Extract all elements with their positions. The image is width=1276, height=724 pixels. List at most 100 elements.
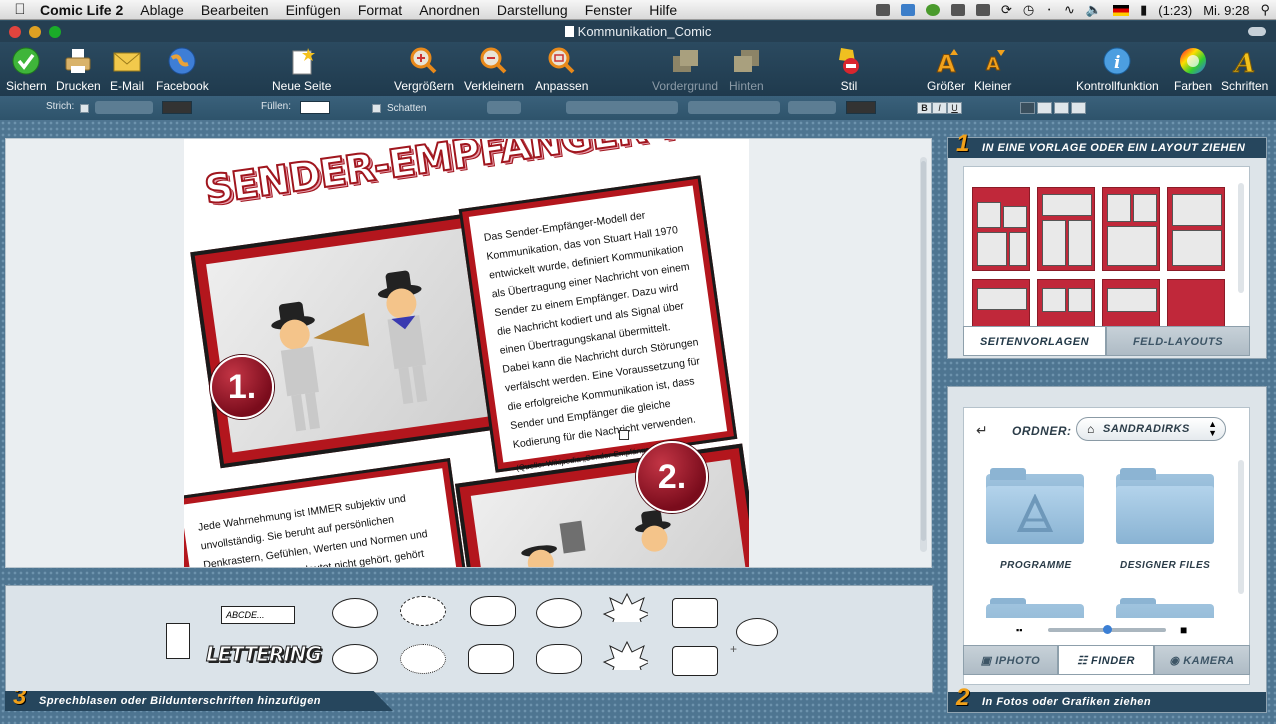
caption-tool[interactable]: ABCDE... [221,606,295,624]
schatten-style-select[interactable] [487,101,521,114]
kontrollfunktion-button[interactable]: i Kontrollfunktion [1076,46,1159,93]
groesser-button[interactable]: A Größer [927,46,965,93]
template-scrollbar[interactable] [1238,183,1244,293]
rect-bubble-2[interactable] [672,646,718,676]
font-family-select[interactable] [566,101,678,114]
tab-finder[interactable]: ☷ Finder [1058,645,1154,675]
sichern-button[interactable]: Sichern [6,46,47,93]
folder-programme-icon[interactable] [986,468,1084,544]
whisper-bubble[interactable] [400,596,446,626]
large-thumbnails-icon[interactable]: ■ [1180,623,1187,637]
text-panel-1-content[interactable]: Das Sender-Empfänger-Modell der Kommunik… [483,201,715,455]
speech-bubble-round-2[interactable] [332,644,378,674]
control-icon[interactable] [950,4,965,16]
stil-button[interactable]: Stil [833,46,865,93]
facebook-button[interactable]: Facebook [156,46,209,93]
tab-iphoto[interactable]: ▣ iPhoto [963,645,1058,675]
font-size-select[interactable] [788,101,836,114]
script-menu-icon[interactable] [875,4,890,16]
sync-icon[interactable]: ⟳ [1001,2,1012,18]
adium-icon[interactable] [925,4,940,16]
slider-knob[interactable] [1103,625,1112,634]
lettering-tool[interactable]: LETTERING [206,642,323,667]
wifi-icon[interactable]: ∿ [1064,2,1075,18]
burst-bubble-2[interactable] [602,640,648,670]
folder-partial-icon[interactable] [986,598,1084,618]
folder-programme-label[interactable]: Programme [1000,560,1072,571]
text-panel-1-body[interactable]: Das Sender-Empfänger-Modell der Kommunik… [468,185,728,473]
text-color-swatch[interactable] [846,101,876,114]
battery-icon[interactable]: ▮ [1140,2,1147,18]
german-flag-icon[interactable] [1113,4,1130,16]
resize-handle-icon[interactable] [619,430,629,440]
template-thumbnail[interactable] [1102,187,1160,271]
menu-app-name[interactable]: Comic Life 2 [40,2,123,18]
burst-bubble[interactable] [602,592,648,622]
verkleinern-button[interactable]: Verkleinern [464,46,524,93]
panel-number-badge-1[interactable]: 1. [210,355,274,419]
minimize-window-button[interactable] [29,26,41,38]
kleiner-button[interactable]: A Kleiner [974,46,1011,93]
text-panel-2[interactable]: Jede Wahrnehmung ist IMMER subjektiv und… [184,458,470,567]
canvas-scrollbar-thumb[interactable] [921,161,926,541]
speech-bubble-oval[interactable] [536,598,582,628]
soft-rect-bubble[interactable] [468,644,514,674]
strich-checkbox[interactable] [80,104,89,113]
tab-seitenvorlagen[interactable]: Seitenvorlagen [963,326,1106,356]
rect-bubble[interactable] [672,598,718,628]
cloud-bubble[interactable] [536,644,582,674]
parent-folder-icon[interactable]: ↵ [976,422,988,439]
bluetooth-icon[interactable]: ᛫ [1045,3,1053,18]
playmobil-photo-1[interactable] [206,227,494,453]
menu-fenster[interactable]: Fenster [585,2,632,18]
comic-canvas[interactable]: SENDER-EMPFÄNGER-MODELL 1. Das Sender-Em… [5,138,932,568]
template-thumbnail[interactable] [972,187,1030,271]
small-thumbnails-icon[interactable]: ▪▪ [1016,625,1022,635]
bold-button[interactable]: B [917,102,932,114]
folder-designer-files-icon[interactable] [1116,468,1214,544]
drucken-button[interactable]: Drucken [56,46,101,93]
folder-partial-icon[interactable] [1116,598,1214,618]
thought-bubble[interactable] [470,596,516,626]
scream-bubble[interactable] [400,644,446,674]
apple-menu-icon[interactable]:  [0,1,40,18]
spotlight-icon[interactable]: ⚲ [1260,2,1270,18]
panel-shape-tool[interactable] [166,623,190,659]
clock[interactable]: Mi. 9:28 [1203,3,1249,18]
align-right-button[interactable] [1054,102,1069,114]
vordergrund-button[interactable]: Vordergrund [652,46,718,93]
fuellen-color-swatch[interactable] [300,101,330,114]
menu-format[interactable]: Format [358,2,402,18]
template-thumbnail[interactable] [1037,187,1095,271]
farben-button[interactable]: Farben [1174,46,1212,93]
strich-width-select[interactable] [95,101,153,114]
sd-card-icon[interactable] [975,4,990,16]
tab-kamera[interactable]: ◉ Kamera [1154,645,1250,675]
menu-ablage[interactable]: Ablage [140,2,184,18]
anpassen-button[interactable]: Anpassen [535,46,588,93]
image-panel-1[interactable] [190,211,510,469]
volume-icon[interactable]: 🔈 [1086,2,1102,18]
font-style-select[interactable] [688,101,780,114]
menu-darstellung[interactable]: Darstellung [497,2,568,18]
comic-page[interactable]: SENDER-EMPFÄNGER-MODELL 1. Das Sender-Em… [184,139,749,567]
strich-color-swatch[interactable] [162,101,192,114]
align-left-button[interactable] [1020,102,1035,114]
close-window-button[interactable] [9,26,21,38]
add-icon[interactable]: + [730,642,737,656]
time-machine-icon[interactable]: ◷ [1023,2,1034,18]
email-button[interactable]: E-Mail [110,46,144,93]
menu-einfuegen[interactable]: Einfügen [286,2,341,18]
battery-time[interactable]: (1:23) [1158,3,1192,18]
menu-hilfe[interactable]: Hilfe [649,2,677,18]
template-thumbnail[interactable] [1167,187,1225,271]
neue-seite-button[interactable]: Neue Seite [272,46,331,93]
media-scrollbar[interactable] [1238,460,1244,594]
underline-button[interactable]: U [947,102,962,114]
schatten-checkbox[interactable] [372,104,381,113]
thumbnail-size-slider[interactable] [1048,625,1166,634]
italic-button[interactable]: I [932,102,947,114]
vergroessern-button[interactable]: Vergrößern [394,46,454,93]
custom-bubble[interactable] [736,618,778,646]
hinten-button[interactable]: Hinten [729,46,764,93]
